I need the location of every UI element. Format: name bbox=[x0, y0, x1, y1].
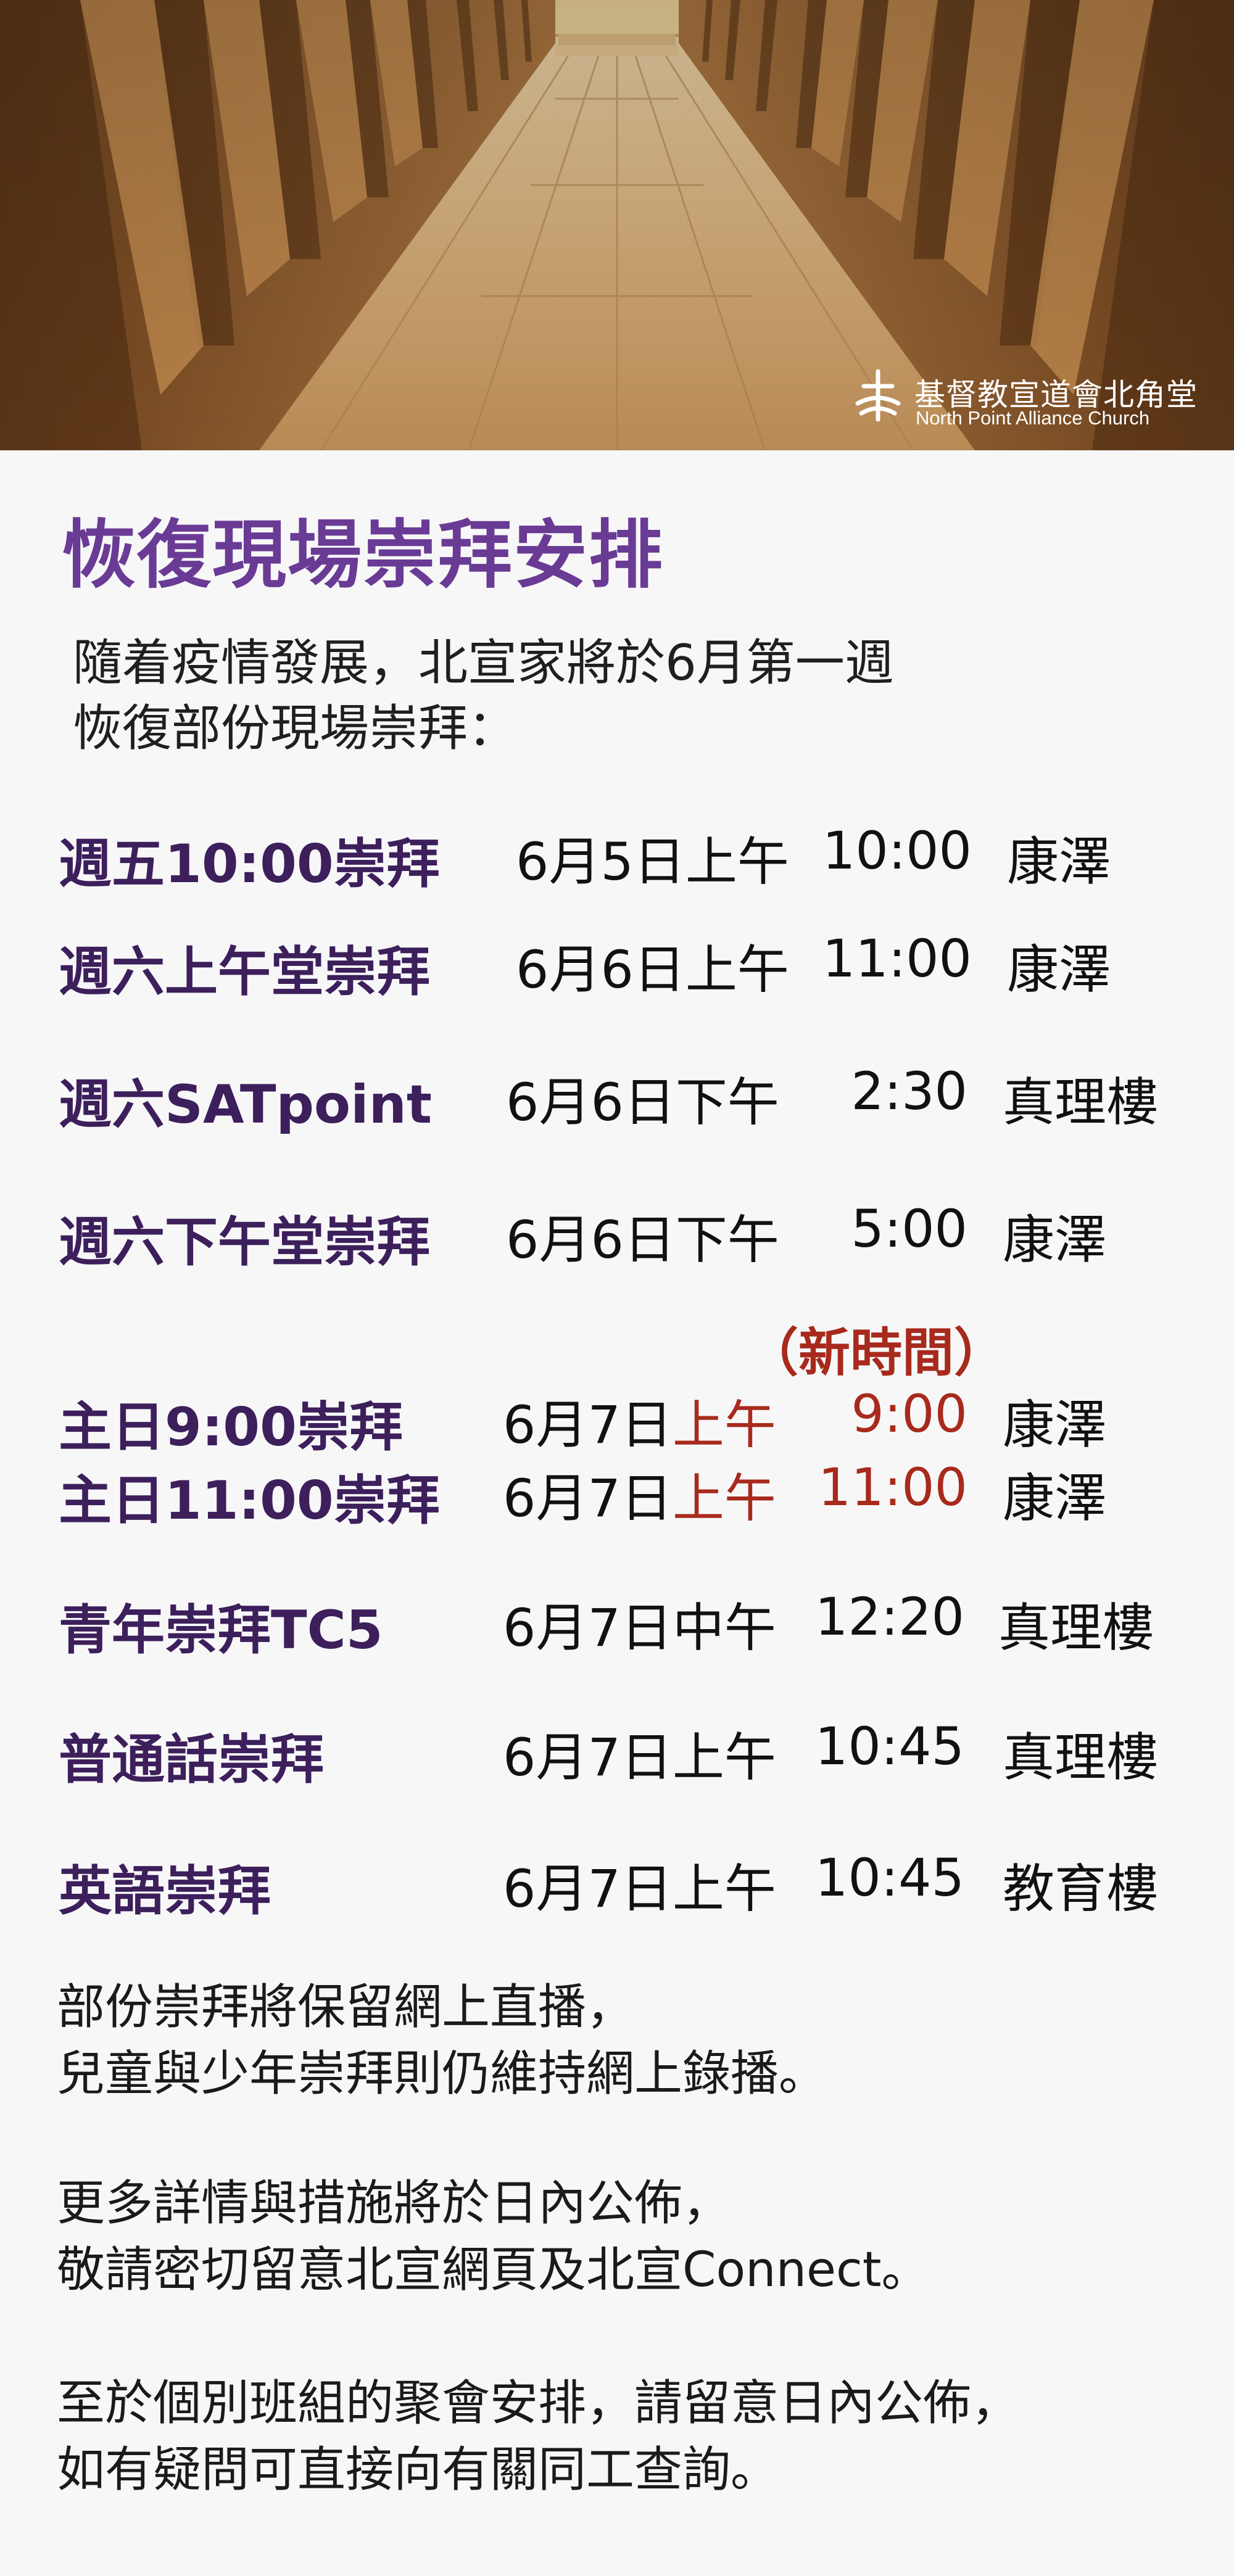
service-venue: 康澤 bbox=[1007, 832, 1111, 892]
church-name-english: North Point Alliance Church bbox=[916, 407, 1150, 429]
note-line: 兒童與少年崇拜則仍維持網上錄播。 bbox=[57, 2046, 827, 2102]
service-ampm: 下午 bbox=[675, 1210, 779, 1270]
service-date: 6月7日上午 bbox=[503, 1457, 776, 1532]
service-day: 6月7日 bbox=[503, 1598, 673, 1658]
note-line: 更多詳情與措施將於日內公佈， bbox=[57, 2176, 731, 2231]
service-date: 6月6日下午 bbox=[506, 1061, 779, 1136]
service-name: 英語崇拜 bbox=[59, 1860, 271, 1922]
service-name: 普通話崇拜 bbox=[59, 1729, 324, 1791]
service-time: 11:00 bbox=[822, 928, 972, 989]
service-ampm: 下午 bbox=[675, 1072, 779, 1133]
service-row: 普通話崇拜 6月7日上午 10:45 真理樓 bbox=[0, 1716, 1234, 1791]
service-time: 5:00 bbox=[851, 1199, 967, 1259]
service-time-highlight: 11:00 bbox=[818, 1457, 967, 1517]
service-day: 6月6日 bbox=[516, 939, 685, 1000]
service-venue: 真理樓 bbox=[1003, 1727, 1159, 1788]
service-day: 6月7日 bbox=[503, 1395, 673, 1455]
service-date: 6月6日上午 bbox=[516, 928, 789, 1003]
note-paragraph: 至於個別班組的聚會安排，請留意日內公佈， 如有疑問可直接向有關同工查詢。 bbox=[57, 2370, 1019, 2503]
service-time-highlight: 9:00 bbox=[851, 1384, 967, 1444]
service-date: 6月7日上午 bbox=[503, 1384, 776, 1458]
service-time: 10:00 bbox=[822, 820, 972, 881]
service-venue: 康澤 bbox=[1003, 1395, 1107, 1455]
service-day: 6月7日 bbox=[503, 1859, 673, 1919]
service-name: 週六上午堂崇拜 bbox=[59, 941, 430, 1003]
service-name: 主日11:00崇拜 bbox=[59, 1470, 440, 1532]
service-row: 週六下午堂崇拜 6月6日下午 5:00 康澤 bbox=[0, 1199, 1234, 1273]
service-day: 6月7日 bbox=[503, 1468, 673, 1529]
service-row: 主日9:00崇拜 6月7日上午 9:00 康澤 bbox=[0, 1384, 1234, 1458]
service-ampm: 上午 bbox=[672, 1859, 776, 1919]
service-name: 週六SATpoint bbox=[59, 1074, 432, 1136]
service-date: 6月5日上午 bbox=[516, 820, 789, 895]
service-name: 週六下午堂崇拜 bbox=[59, 1212, 430, 1273]
service-time: 12:20 bbox=[814, 1587, 964, 1647]
service-row: 青年崇拜TC5 6月7日中午 12:20 真理樓 bbox=[0, 1587, 1234, 1661]
service-row: 週六SATpoint 6月6日下午 2:30 真理樓 bbox=[0, 1061, 1234, 1136]
service-date: 6月6日下午 bbox=[506, 1199, 779, 1273]
service-name: 青年崇拜TC5 bbox=[59, 1600, 383, 1661]
service-name: 主日9:00崇拜 bbox=[59, 1397, 403, 1458]
note-paragraph: 部份崇拜將保留網上直播， 兒童與少年崇拜則仍維持網上錄播。 bbox=[57, 1974, 827, 2107]
church-logo: 基督教宣道會北角堂 North Point Alliance Church bbox=[850, 368, 1197, 436]
note-line: 至於個別班組的聚會安排，請留意日內公佈， bbox=[57, 2376, 1020, 2431]
service-time: 10:45 bbox=[814, 1716, 964, 1777]
service-time: 10:45 bbox=[814, 1847, 964, 1908]
service-ampm: 上午 bbox=[685, 832, 789, 892]
service-venue: 康澤 bbox=[1003, 1468, 1107, 1529]
intro-paragraph: 隨着疫情發展，北宣家將於6月第一週 恢復部份現場崇拜： bbox=[73, 630, 894, 761]
service-venue: 康澤 bbox=[1003, 1210, 1107, 1270]
service-time: 2:30 bbox=[851, 1061, 967, 1121]
service-row: 週六上午堂崇拜 6月6日上午 11:00 康澤 bbox=[0, 928, 1234, 1003]
service-row: 主日11:00崇拜 6月7日上午 11:00 康澤 bbox=[0, 1457, 1234, 1532]
service-ampm: 中午 bbox=[672, 1598, 776, 1658]
new-time-label: （新時間） bbox=[747, 1323, 1006, 1383]
service-venue: 真理樓 bbox=[1003, 1072, 1159, 1133]
service-ampm-highlight: 上午 bbox=[672, 1395, 776, 1455]
note-line: 如有疑問可直接向有關同工查詢。 bbox=[57, 2442, 779, 2498]
service-venue: 康澤 bbox=[1007, 939, 1111, 1000]
service-row: 英語崇拜 6月7日上午 10:45 教育樓 bbox=[0, 1847, 1234, 1922]
intro-line: 隨着疫情發展，北宣家將於6月第一週 bbox=[73, 634, 894, 691]
note-line: 敬請密切留意北宣網頁及北宣Connect。 bbox=[57, 2242, 930, 2298]
church-cross-logo-icon bbox=[855, 369, 901, 422]
page-title: 恢復現場崇拜安排 bbox=[62, 513, 664, 598]
service-row: 週五10:00崇拜 6月5日上午 10:00 康澤 bbox=[0, 820, 1234, 895]
note-paragraph: 更多詳情與措施將於日內公佈， 敬請密切留意北宣網頁及北宣Connect。 bbox=[57, 2170, 930, 2303]
service-name: 週五10:00崇拜 bbox=[59, 833, 440, 895]
service-venue: 真理樓 bbox=[998, 1598, 1154, 1658]
service-ampm: 上午 bbox=[685, 939, 789, 1000]
service-day: 6月5日 bbox=[516, 832, 685, 892]
service-ampm-highlight: 上午 bbox=[672, 1468, 776, 1529]
service-ampm: 上午 bbox=[672, 1727, 776, 1788]
hero-photo: 基督教宣道會北角堂 North Point Alliance Church bbox=[0, 0, 1234, 450]
service-date: 6月7日中午 bbox=[503, 1587, 776, 1661]
service-day: 6月7日 bbox=[503, 1727, 673, 1788]
intro-line: 恢復部份現場崇拜： bbox=[73, 700, 517, 757]
note-line: 部份崇拜將保留網上直播， bbox=[57, 1979, 635, 2035]
service-day: 6月6日 bbox=[506, 1072, 676, 1133]
service-date: 6月7日上午 bbox=[503, 1716, 776, 1791]
service-day: 6月6日 bbox=[506, 1210, 676, 1270]
service-date: 6月7日上午 bbox=[503, 1847, 776, 1922]
service-venue: 教育樓 bbox=[1003, 1859, 1159, 1919]
